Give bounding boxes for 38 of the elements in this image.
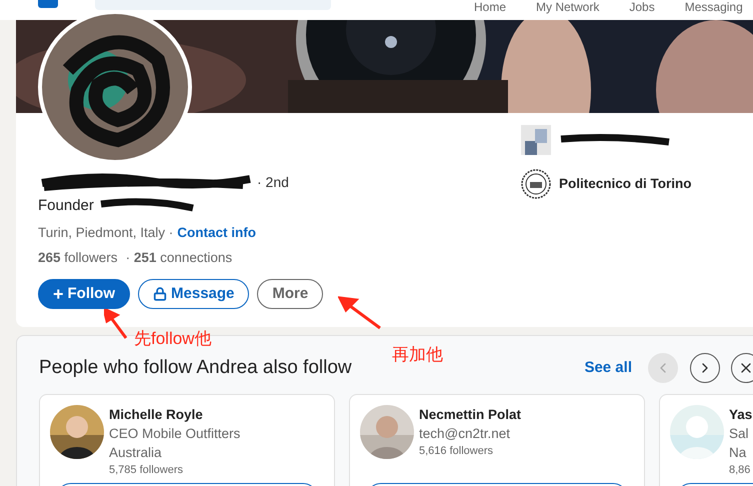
person-detail: CEO Mobile Outfitters [109, 425, 240, 443]
lock-icon [153, 287, 168, 301]
next-button[interactable] [690, 353, 720, 383]
location: Turin, Piedmont, Italy · [38, 224, 174, 242]
school-name[interactable]: Politecnico di Torino [559, 174, 692, 194]
message-button[interactable]: Message [138, 279, 250, 309]
person-name[interactable]: Michelle Royle [109, 405, 240, 424]
nav-item[interactable]: Messaging [684, 0, 743, 16]
nav-item[interactable]: My Network [536, 0, 600, 16]
person-detail: Sal [729, 425, 750, 443]
nav-item[interactable]: Jobs [629, 0, 655, 16]
university-seal-icon [521, 169, 551, 199]
person-name[interactable]: Necmettin Polat [419, 405, 522, 424]
annotation-arrow [338, 295, 382, 331]
person-card[interactable]: Yas Sal Na 8,86 [659, 394, 753, 486]
connection-degree: · 2nd [257, 172, 289, 192]
more-button[interactable]: More [257, 279, 324, 309]
person-detail: tech@cn2tr.net [419, 425, 512, 443]
person-detail: Australia [109, 444, 163, 462]
close-button[interactable] [731, 353, 753, 383]
person-detail: Na [729, 444, 748, 462]
person-name[interactable]: Yas [729, 405, 752, 424]
contact-info-link[interactable]: Contact info [177, 222, 256, 243]
annotation-text: 再加他 [392, 344, 443, 366]
follower-count: 8,86 [729, 463, 752, 478]
followers-count[interactable]: 265 followers [38, 248, 118, 268]
person-card[interactable]: Necmettin Polat tech@cn2tr.net 5,616 followers [349, 394, 645, 486]
connections-count[interactable]: · 251 connections [126, 248, 232, 268]
nav-item[interactable]: Home [474, 0, 506, 16]
see-all-link[interactable]: See all [584, 356, 632, 380]
follow-button[interactable]: + Follow [38, 279, 130, 309]
headline: Founder [38, 196, 94, 216]
follower-count: 5,785 followers [109, 463, 184, 478]
section-title: People who follow Andrea also follow [39, 356, 352, 380]
annotation-text: 先follow他 [134, 328, 212, 350]
follower-count: 5,616 followers [419, 444, 494, 459]
person-card[interactable]: Michelle Royle CEO Mobile Outfitters Australia 5,785 followers [39, 394, 335, 486]
company-logo-icon [521, 125, 551, 155]
